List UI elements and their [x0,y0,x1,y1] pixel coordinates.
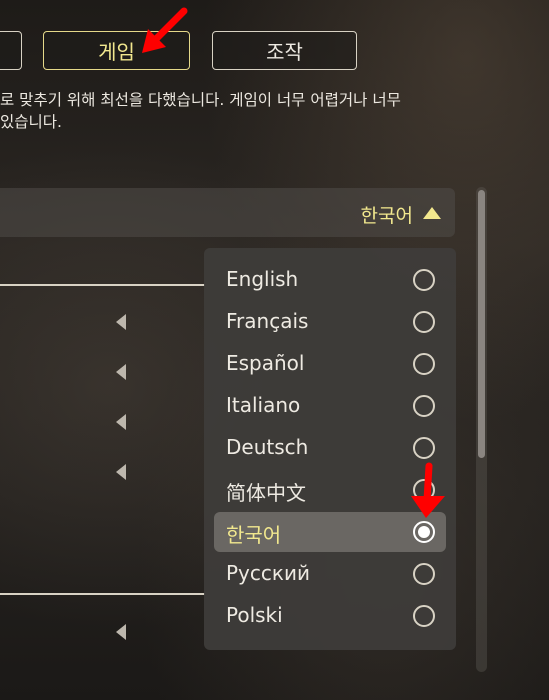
option-label: Polski [226,603,283,627]
language-option-italian[interactable]: Italiano [214,386,446,426]
tab-controls-label: 조작 [266,40,303,64]
caret-up-icon [423,207,441,219]
slider-track[interactable] [0,593,205,595]
radio-button[interactable] [413,563,435,585]
tab-previous[interactable] [0,31,22,70]
radio-button[interactable] [413,605,435,627]
left-arrow-icon[interactable] [116,624,126,640]
option-label: Español [226,351,305,375]
radio-button[interactable] [413,353,435,375]
option-label: Italiano [226,393,301,417]
radio-button[interactable] [413,437,435,459]
option-label: Français [226,309,309,333]
difficulty-description: 로 맞추기 위해 최선을 다했습니다. 게임이 너무 어렵거나 너무 있습니다. [0,89,545,133]
annotation-arrow-icon [411,462,445,518]
language-select[interactable]: 한국어 [0,188,455,237]
annotation-arrow-icon [142,7,188,53]
radio-button[interactable] [413,395,435,417]
tab-game-label: 게임 [98,40,135,64]
option-label: Русский [226,561,310,585]
radio-button-selected[interactable] [413,521,435,543]
radio-button[interactable] [413,311,435,333]
language-option-russian[interactable]: Русский [214,554,446,594]
left-arrow-icon[interactable] [116,464,126,480]
option-label: 한국어 [226,523,282,547]
language-option-polish[interactable]: Polski [214,596,446,636]
radio-button[interactable] [413,269,435,291]
left-arrow-icon[interactable] [116,364,126,380]
option-label: 简体中文 [226,481,306,505]
description-line: 로 맞추기 위해 최선을 다했습니다. 게임이 너무 어렵거나 너무 [0,91,401,109]
slider-track[interactable] [0,284,205,286]
scrollbar-thumb[interactable] [478,190,485,458]
language-option-english[interactable]: English [214,260,446,300]
language-selected-value: 한국어 [360,205,413,227]
tab-controls[interactable]: 조작 [212,31,357,70]
left-arrow-icon[interactable] [116,314,126,330]
left-arrow-icon[interactable] [116,414,126,430]
language-option-french[interactable]: Français [214,302,446,342]
language-option-spanish[interactable]: Español [214,344,446,384]
option-label: Deutsch [226,435,309,459]
description-line: 있습니다. [0,113,62,131]
language-dropdown: English Français Español Italiano Deutsc… [204,248,456,650]
option-label: English [226,267,299,291]
